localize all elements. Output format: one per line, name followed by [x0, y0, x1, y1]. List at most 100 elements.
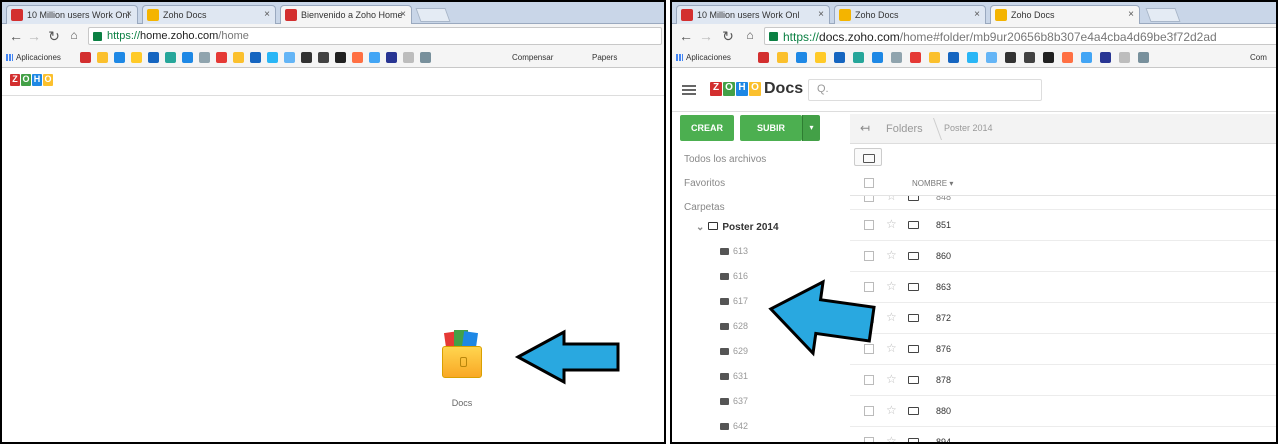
new-tab-button[interactable]: [1145, 8, 1181, 22]
bookmark-icon[interactable]: [318, 52, 329, 63]
search-input[interactable]: Q.: [808, 79, 1042, 101]
apps-bookmark[interactable]: Aplicaciones: [6, 53, 61, 62]
select-all-checkbox[interactable]: [864, 178, 874, 188]
tree-item-poster-2014[interactable]: ⌄ Poster 2014: [696, 222, 779, 233]
bookmark-icon[interactable]: [165, 52, 176, 63]
row-checkbox[interactable]: [864, 437, 874, 442]
close-tab-icon[interactable]: ×: [400, 9, 406, 20]
expand-chevron-icon[interactable]: ⌄: [696, 222, 704, 233]
sidebar-item-favorites[interactable]: Favoritos: [684, 178, 725, 189]
bookmark-icon[interactable]: [131, 52, 142, 63]
apps-bookmark[interactable]: Aplicaciones: [676, 53, 731, 62]
star-icon[interactable]: ☆: [886, 310, 897, 324]
close-tab-icon[interactable]: ×: [126, 9, 132, 20]
bookmark-icon[interactable]: [758, 52, 769, 63]
docs-app-launcher[interactable]: Docs: [439, 330, 485, 408]
menu-icon[interactable]: [682, 85, 696, 95]
back-arrow-icon[interactable]: ←: [678, 28, 694, 44]
bookmark-icon[interactable]: [216, 52, 227, 63]
row-checkbox[interactable]: [864, 220, 874, 230]
upload-button[interactable]: SUBIR: [740, 115, 802, 141]
star-icon[interactable]: ☆: [886, 279, 897, 293]
tab-zoho-docs-active[interactable]: Zoho Docs ×: [990, 5, 1140, 25]
forward-arrow-icon[interactable]: →: [26, 28, 42, 44]
star-icon[interactable]: ☆: [886, 434, 897, 442]
bookmark-icon[interactable]: [335, 52, 346, 63]
close-tab-icon[interactable]: ×: [264, 9, 270, 20]
row-checkbox[interactable]: [864, 406, 874, 416]
bookmark-icon[interactable]: [267, 52, 278, 63]
bookmark-icon[interactable]: [796, 52, 807, 63]
bookmark-icon[interactable]: [1043, 52, 1054, 63]
bookmark-icon[interactable]: [352, 52, 363, 63]
bookmark-icon[interactable]: [369, 52, 380, 63]
bookmark-icon[interactable]: [386, 52, 397, 63]
bookmark-com[interactable]: Com: [1250, 53, 1267, 62]
bookmark-icon[interactable]: [910, 52, 921, 63]
table-row[interactable]: ☆ 878: [850, 365, 1276, 396]
bookmark-icon[interactable]: [891, 52, 902, 63]
tab-work-online[interactable]: 10 Million users Work Onl ×: [676, 5, 830, 24]
reload-icon[interactable]: ↻: [46, 28, 62, 45]
back-icon[interactable]: ↤: [860, 121, 870, 135]
row-checkbox[interactable]: [864, 196, 874, 202]
tree-item[interactable]: 613: [720, 246, 748, 256]
bookmark-icon[interactable]: [199, 52, 210, 63]
tree-item[interactable]: 637: [720, 396, 748, 406]
table-row[interactable]: ☆ 872: [850, 303, 1276, 334]
table-row[interactable]: ☆ 880: [850, 396, 1276, 427]
table-row[interactable]: ☆ 851: [850, 210, 1276, 241]
star-icon[interactable]: ☆: [886, 196, 897, 203]
sidebar-item-all-files[interactable]: Todos los archivos: [684, 154, 766, 165]
tab-zoho-docs[interactable]: Zoho Docs ×: [142, 5, 276, 24]
bookmark-icon[interactable]: [284, 52, 295, 63]
zoho-logo[interactable]: Z O H O: [710, 82, 761, 96]
star-icon[interactable]: ☆: [886, 341, 897, 355]
bookmark-icon[interactable]: [1100, 52, 1111, 63]
bookmark-icon[interactable]: [250, 52, 261, 63]
tree-item[interactable]: 628: [720, 321, 748, 331]
bookmark-icon[interactable]: [948, 52, 959, 63]
star-icon[interactable]: ☆: [886, 248, 897, 262]
tree-item[interactable]: 631: [720, 371, 748, 381]
bookmark-icon[interactable]: [853, 52, 864, 63]
tab-zoho-home[interactable]: Bienvenido a Zoho Home ×: [280, 5, 412, 25]
new-folder-button[interactable]: [854, 148, 882, 166]
bookmark-icon[interactable]: [929, 52, 940, 63]
bookmark-papers[interactable]: Papers: [592, 53, 617, 62]
bookmark-icon[interactable]: [1062, 52, 1073, 63]
table-row[interactable]: ☆ 894: [850, 427, 1276, 442]
tree-item[interactable]: 642: [720, 421, 748, 431]
tab-zoho-docs[interactable]: Zoho Docs ×: [834, 5, 986, 24]
table-row[interactable]: ☆ 863: [850, 272, 1276, 303]
new-tab-button[interactable]: [415, 8, 451, 22]
bookmark-icon[interactable]: [233, 52, 244, 63]
bookmark-icon[interactable]: [80, 52, 91, 63]
bookmark-icon[interactable]: [1005, 52, 1016, 63]
table-row[interactable]: ☆ 848: [850, 196, 1276, 210]
bookmark-icon[interactable]: [872, 52, 883, 63]
zoho-logo[interactable]: Z O H O: [10, 74, 53, 86]
bookmark-icon[interactable]: [777, 52, 788, 63]
breadcrumb-folders[interactable]: Folders: [886, 123, 923, 135]
close-tab-icon[interactable]: ×: [818, 9, 824, 20]
bookmark-icon[interactable]: [1081, 52, 1092, 63]
table-row[interactable]: ☆ 876: [850, 334, 1276, 365]
create-button[interactable]: CREAR: [680, 115, 734, 141]
bookmark-icon[interactable]: [403, 52, 414, 63]
bookmark-icon[interactable]: [834, 52, 845, 63]
address-bar[interactable]: https://docs.zoho.com/home#folder/mb9ur2…: [764, 27, 1276, 45]
row-checkbox[interactable]: [864, 251, 874, 261]
name-column-header[interactable]: NOMBRE ▾: [912, 179, 953, 188]
back-arrow-icon[interactable]: ←: [8, 28, 24, 44]
bookmark-compensar[interactable]: Compensar: [512, 53, 553, 62]
bookmark-icon[interactable]: [815, 52, 826, 63]
reload-icon[interactable]: ↻: [720, 28, 736, 45]
star-icon[interactable]: ☆: [886, 217, 897, 231]
bookmark-icon[interactable]: [1024, 52, 1035, 63]
address-bar[interactable]: https://home.zoho.com/home: [88, 27, 662, 45]
bookmark-icon[interactable]: [182, 52, 193, 63]
home-icon[interactable]: ⌂: [66, 28, 82, 42]
home-icon[interactable]: ⌂: [742, 28, 758, 42]
bookmark-icon[interactable]: [1138, 52, 1149, 63]
